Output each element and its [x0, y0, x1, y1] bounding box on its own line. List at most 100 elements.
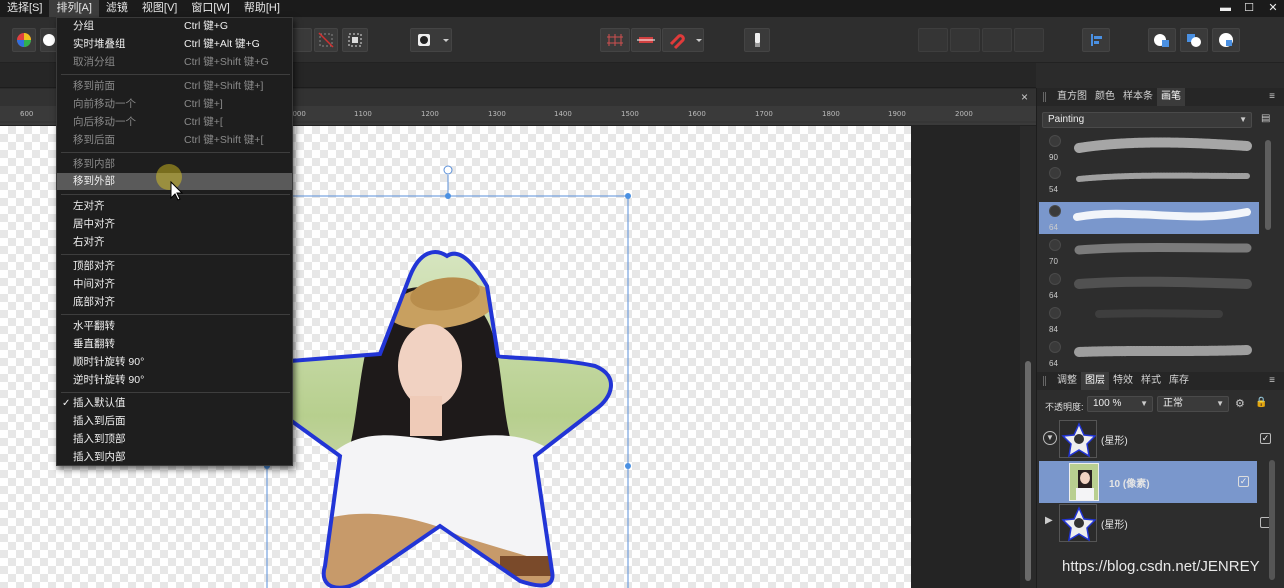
brush-category-select[interactable]: Painting ▼: [1042, 112, 1252, 128]
boolean-divide-icon[interactable]: [1014, 28, 1044, 52]
selection-handle[interactable]: [625, 463, 631, 469]
brush-list-menu-icon[interactable]: ▤: [1261, 113, 1273, 125]
menu-arrange[interactable]: 排列[A]: [49, 0, 99, 17]
brush-preview-dot: [1049, 167, 1061, 179]
menu-separator: [61, 392, 290, 393]
close-document-icon[interactable]: ×: [1021, 90, 1028, 104]
menu-item-insert-top[interactable]: 插入到顶部: [57, 431, 292, 448]
tab-stock[interactable]: 库存: [1165, 372, 1193, 390]
tab-layers[interactable]: 图层: [1081, 372, 1109, 390]
menu-item-move-to-back[interactable]: 移到后面 Ctrl 键+Shift 键+[: [57, 132, 292, 149]
brush-preview-dot: [1049, 341, 1061, 353]
brush-item[interactable]: 54: [1039, 164, 1259, 196]
brush-item[interactable]: 64: [1039, 338, 1259, 370]
menu-window[interactable]: 窗口[W]: [184, 0, 237, 17]
opacity-select[interactable]: 100 % ▼: [1087, 396, 1153, 412]
menu-item-shortcut: Ctrl 键+G: [184, 20, 229, 32]
brush-item-selected[interactable]: 64: [1039, 202, 1259, 234]
menu-item-flip-horizontal[interactable]: 水平翻转: [57, 318, 292, 335]
menu-item-move-forward[interactable]: 向前移动一个 Ctrl 键+]: [57, 96, 292, 113]
menu-filters[interactable]: 滤镜: [99, 0, 135, 17]
menu-separator: [61, 254, 290, 255]
menu-item-flip-vertical[interactable]: 垂直翻转: [57, 336, 292, 353]
menu-item-align-bottom[interactable]: 底部对齐: [57, 294, 292, 311]
color-wheel-icon[interactable]: [12, 28, 36, 52]
tab-histogram[interactable]: 直方图: [1053, 88, 1091, 106]
snapping-off-icon[interactable]: [314, 28, 338, 52]
layer-visibility-checkbox[interactable]: ✓: [1238, 476, 1249, 487]
snapping-grid-icon[interactable]: [600, 28, 630, 52]
boolean-add-icon[interactable]: [918, 28, 948, 52]
panel-menu-icon[interactable]: ≡: [1265, 88, 1279, 106]
tab-swatches[interactable]: 样本条: [1119, 88, 1157, 106]
menu-item-insert-inside[interactable]: 插入到内部: [57, 449, 292, 466]
tab-styles[interactable]: 样式: [1137, 372, 1165, 390]
menu-item-move-to-front[interactable]: 移到前面 Ctrl 键+Shift 键+]: [57, 78, 292, 95]
layer-visibility-checkbox[interactable]: ✓: [1260, 433, 1271, 444]
menu-item-label: 逆时针旋转 90°: [73, 374, 145, 386]
transform-icon[interactable]: [342, 28, 368, 52]
boolean-subtract-icon[interactable]: [950, 28, 980, 52]
align-icon[interactable]: [1082, 28, 1110, 52]
menu-item-live-stack-group[interactable]: 实时堆叠组 Ctrl 键+Alt 键+G: [57, 36, 292, 53]
tab-effects[interactable]: 特效: [1109, 372, 1137, 390]
menu-help[interactable]: 帮助[H]: [237, 0, 287, 17]
layer-row[interactable]: ▶ (星形): [1039, 502, 1279, 544]
tab-color[interactable]: 颜色: [1091, 88, 1119, 106]
tab-adjustments[interactable]: 调整: [1053, 372, 1081, 390]
blend-mode-select[interactable]: 正常 ▼: [1157, 396, 1229, 412]
gear-icon[interactable]: ⚙: [1235, 397, 1245, 410]
menu-select[interactable]: 选择[S]: [0, 0, 49, 17]
insert-top-icon[interactable]: [1180, 28, 1208, 52]
expand-icon[interactable]: ▼: [1043, 431, 1057, 445]
brush-size: 64: [1049, 223, 1058, 232]
brush-item[interactable]: 90: [1039, 132, 1259, 164]
menu-item-align-top[interactable]: 顶部对齐: [57, 258, 292, 275]
grid-tool-icon[interactable]: [290, 28, 312, 52]
brush-item[interactable]: 84: [1039, 304, 1259, 336]
menu-item-align-middle[interactable]: 中间对齐: [57, 276, 292, 293]
maximize-icon[interactable]: ☐: [1244, 1, 1254, 14]
menu-item-ungroup[interactable]: 取消分组 Ctrl 键+Shift 键+G: [57, 54, 292, 71]
brush-list-scrollbar[interactable]: [1265, 140, 1271, 230]
boolean-intersect-icon[interactable]: [982, 28, 1012, 52]
collapsed-arrow-icon[interactable]: ▶: [1045, 515, 1053, 526]
layer-row[interactable]: ▼ (星形) ✓: [1039, 418, 1279, 460]
chevron-down-icon: ▼: [1140, 399, 1148, 408]
brush-item[interactable]: 64: [1039, 270, 1259, 302]
selection-handle[interactable]: [625, 193, 631, 199]
menu-item-rotate-counterclockwise[interactable]: 逆时针旋转 90°: [57, 372, 292, 389]
menu-item-rotate-clockwise[interactable]: 顺时针旋转 90°: [57, 354, 292, 371]
menu-item-insert-behind[interactable]: 插入到后面: [57, 413, 292, 430]
menu-item-group[interactable]: 分组 Ctrl 键+G: [57, 18, 292, 35]
canvas-vertical-scrollbar[interactable]: [1020, 126, 1036, 588]
layer-row-selected[interactable]: 10 (像素) ✓: [1039, 461, 1257, 503]
insert-inside-icon[interactable]: [1212, 28, 1240, 52]
rotation-handle[interactable]: [443, 165, 453, 175]
panel-grip-icon[interactable]: [1043, 376, 1046, 386]
panel-menu-icon[interactable]: ≡: [1265, 372, 1279, 390]
menu-item-label: 取消分组: [73, 56, 115, 68]
selection-handle[interactable]: [445, 193, 451, 199]
blend-mode-value: 正常: [1163, 398, 1183, 409]
layers-scrollbar[interactable]: [1269, 460, 1275, 580]
insert-behind-icon[interactable]: [1148, 28, 1176, 52]
snapping-magnet-icon[interactable]: [662, 28, 704, 52]
menu-item-insert-default[interactable]: ✓ 插入默认值: [57, 395, 292, 412]
menu-item-align-center[interactable]: 居中对齐: [57, 216, 292, 233]
brush-item[interactable]: 70: [1039, 236, 1259, 268]
menu-view[interactable]: 视图[V]: [135, 0, 184, 17]
panel-grip-icon[interactable]: [1043, 92, 1046, 102]
tab-brushes[interactable]: 画笔: [1157, 88, 1185, 106]
menu-item-move-backward[interactable]: 向后移动一个 Ctrl 键+[: [57, 114, 292, 131]
brush-tool-icon[interactable]: [744, 28, 770, 52]
right-panel: 直方图 颜色 样本条 画笔 ≡ Painting ▼ ▤ 90 54 64 70…: [1036, 88, 1284, 588]
lock-icon[interactable]: 🔒: [1255, 397, 1267, 408]
minimize-icon[interactable]: ▬: [1220, 2, 1231, 14]
stroke-style-dropdown[interactable]: [410, 28, 452, 52]
menu-item-shortcut: Ctrl 键+Shift 键+]: [184, 80, 264, 92]
snapping-candidates-icon[interactable]: [631, 28, 661, 52]
menu-item-align-right[interactable]: 右对齐: [57, 234, 292, 251]
scrollbar-thumb[interactable]: [1025, 361, 1031, 581]
close-icon[interactable]: ✕: [1268, 1, 1278, 14]
